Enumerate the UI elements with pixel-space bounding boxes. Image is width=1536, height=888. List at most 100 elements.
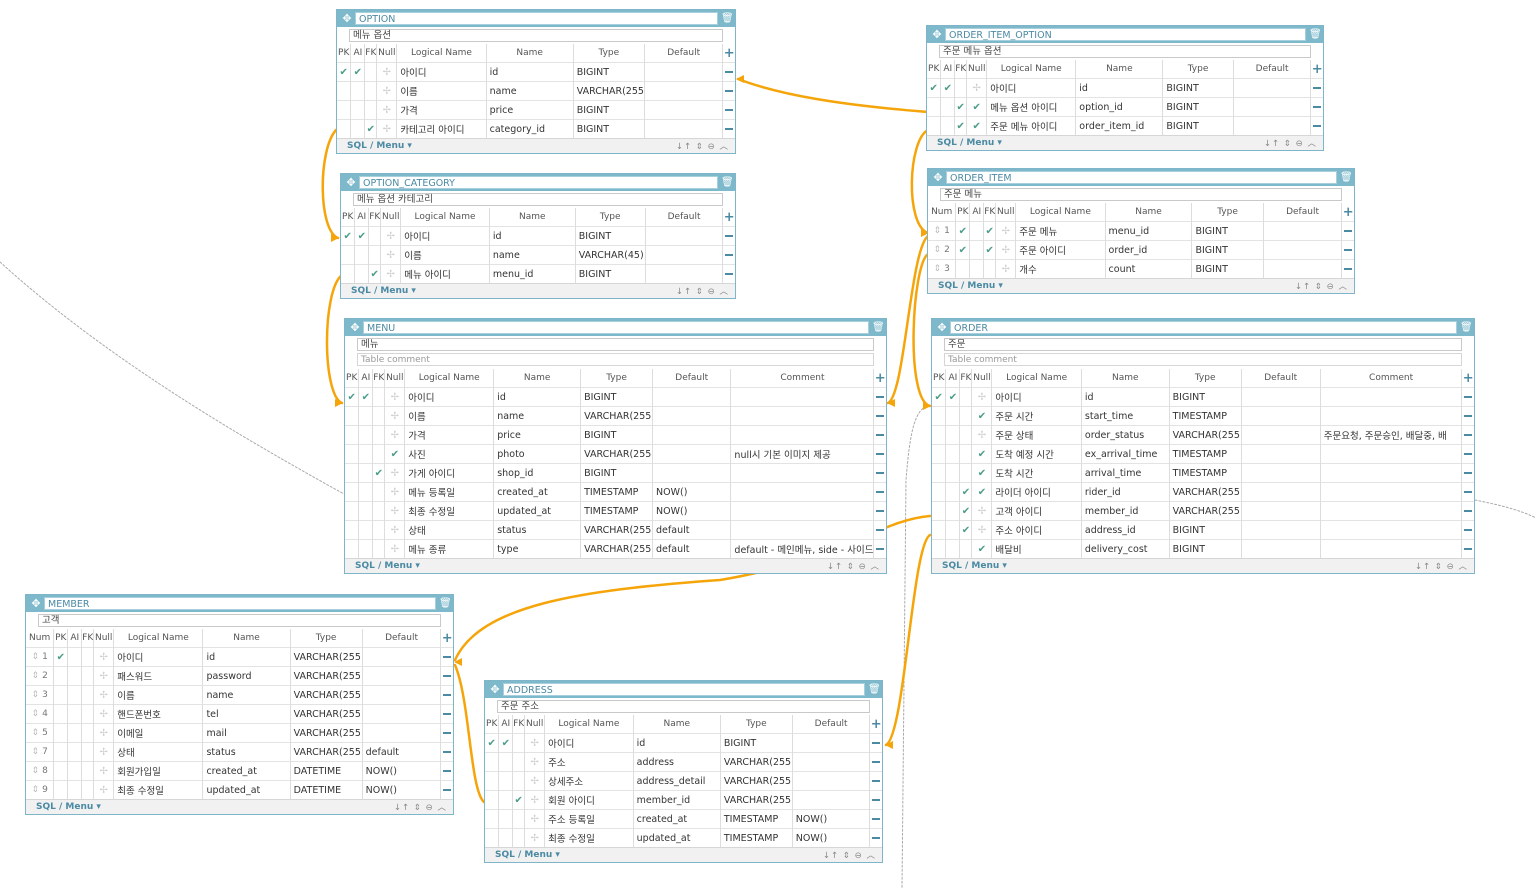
remove-column-button[interactable] <box>872 780 881 782</box>
pk-flag[interactable]: ✔ <box>345 387 360 407</box>
column-row[interactable]: ✔ ✔ ✢ 아이디 id BIGINT <box>345 387 886 407</box>
column-name[interactable]: password <box>202 666 291 686</box>
column-logical-name[interactable]: 최종 수정일 <box>544 828 634 847</box>
column-logical-name[interactable]: 라이더 아이디 <box>991 482 1082 502</box>
column-row[interactable]: ✢ 상세주소 address_detail VARCHAR(255 <box>485 771 882 791</box>
column-type[interactable]: VARCHAR(255 <box>580 406 654 426</box>
column-default[interactable] <box>1241 387 1321 407</box>
column-name[interactable]: status <box>202 742 291 762</box>
ai-flag[interactable] <box>945 501 961 521</box>
fk-flag[interactable]: ✔ <box>959 482 973 502</box>
fk-flag[interactable] <box>959 406 973 426</box>
null-flag[interactable]: ✔ <box>971 463 993 483</box>
column-logical-name[interactable]: 핸드폰번호 <box>113 704 204 724</box>
null-flag[interactable]: ✔ <box>971 539 993 558</box>
column-type[interactable]: TIMESTAMP <box>1169 444 1242 464</box>
column-row[interactable]: ⇕ 1 ✔ ✔ ✢ 주문 메뉴 menu_id BIGINT <box>928 221 1354 241</box>
column-default[interactable] <box>1263 221 1343 241</box>
column-row[interactable]: ✔ ✢ 주소 아이디 address_id BIGINT <box>932 520 1474 540</box>
sort-handle-icon[interactable]: ⇕ <box>32 652 40 662</box>
column-default[interactable] <box>652 387 732 407</box>
column-type[interactable]: VARCHAR(255 <box>720 752 793 772</box>
remove-column-button[interactable] <box>872 837 881 839</box>
sort-handle-icon[interactable]: ⇕ <box>32 785 40 795</box>
column-row[interactable]: ⇕ 2 ✔ ✔ ✢ 주문 아이디 order_id BIGINT <box>928 240 1354 260</box>
column-name[interactable]: member_id <box>1081 501 1170 521</box>
remove-column-button[interactable] <box>1344 230 1353 232</box>
column-type[interactable]: BIGINT <box>580 425 654 445</box>
fk-flag[interactable] <box>368 245 382 265</box>
pk-flag[interactable] <box>345 501 360 521</box>
column-type[interactable]: BIGINT <box>1169 387 1242 407</box>
column-comment[interactable] <box>1320 387 1463 407</box>
null-flag[interactable]: ✢ <box>380 245 402 265</box>
column-type[interactable]: BIGINT <box>1162 97 1234 117</box>
column-name[interactable]: id <box>202 647 291 667</box>
ai-flag[interactable] <box>969 259 985 278</box>
remove-column-button[interactable] <box>1464 510 1473 512</box>
column-name[interactable]: address_id <box>1081 520 1170 540</box>
remove-column-button[interactable] <box>443 770 452 772</box>
column-type[interactable]: BIGINT <box>573 119 645 138</box>
column-row[interactable]: ⇕ 4 ✢ 핸드폰번호 tel VARCHAR(255 <box>26 704 453 724</box>
column-type[interactable]: VARCHAR(255 <box>290 685 363 705</box>
move-icon[interactable]: ✥ <box>345 176 357 189</box>
sort-handle-icon[interactable]: ⇕ <box>934 245 942 255</box>
fk-flag[interactable] <box>364 62 378 82</box>
null-flag[interactable]: ✢ <box>376 119 398 138</box>
move-icon[interactable]: ✥ <box>936 321 948 334</box>
column-logical-name[interactable]: 메뉴 아이디 <box>400 264 490 283</box>
column-comment[interactable] <box>730 387 875 407</box>
column-row[interactable]: ✢ 이름 name VARCHAR(255 <box>345 406 886 426</box>
add-column-button[interactable]: + <box>1463 371 1474 386</box>
column-type[interactable]: TIMESTAMP <box>720 828 793 847</box>
null-flag[interactable]: ✔ <box>971 482 993 502</box>
pk-flag[interactable] <box>53 780 69 799</box>
add-column-button[interactable]: + <box>724 46 735 61</box>
table-logical-name-input[interactable]: 고객 <box>38 614 441 627</box>
ai-flag[interactable] <box>354 264 370 283</box>
remove-column-button[interactable] <box>1344 268 1353 270</box>
ai-flag[interactable] <box>945 463 961 483</box>
fk-flag[interactable]: ✔ <box>959 520 973 540</box>
pk-flag[interactable] <box>53 761 69 781</box>
null-flag[interactable]: ✢ <box>384 463 406 483</box>
column-row[interactable]: ✔ ✢ 고객 아이디 member_id VARCHAR(255 <box>932 501 1474 521</box>
column-default[interactable] <box>362 647 442 667</box>
null-flag[interactable]: ✢ <box>384 539 406 558</box>
ai-flag[interactable] <box>498 828 514 847</box>
fk-flag[interactable] <box>372 482 386 502</box>
null-flag[interactable]: ✢ <box>93 780 115 799</box>
column-comment[interactable] <box>1320 539 1463 558</box>
column-name[interactable]: price <box>493 425 582 445</box>
column-row[interactable]: ✔ ✢ 가게 아이디 shop_id BIGINT <box>345 463 886 483</box>
pk-flag[interactable] <box>337 81 352 101</box>
fk-flag[interactable] <box>81 647 95 667</box>
column-name[interactable]: shop_id <box>493 463 582 483</box>
ai-flag[interactable] <box>945 539 961 558</box>
column-row[interactable]: ✢ 메뉴 등록일 created_at TIMESTAMP NOW() <box>345 482 886 502</box>
column-row[interactable]: ✢ 주소 등록일 created_at TIMESTAMP NOW() <box>485 809 882 829</box>
column-logical-name[interactable]: 아이디 <box>113 647 204 667</box>
add-column-button[interactable]: + <box>871 717 882 732</box>
ai-flag[interactable] <box>498 790 514 810</box>
column-row[interactable]: ✔ 도착 시간 arrival_time TIMESTAMP <box>932 463 1474 483</box>
remove-column-button[interactable] <box>876 472 885 474</box>
column-row[interactable]: ✔ 주문 시간 start_time TIMESTAMP <box>932 406 1474 426</box>
column-row[interactable]: ✔ ✔ 메뉴 옵션 아이디 option_id BIGINT <box>927 97 1323 117</box>
column-type[interactable]: VARCHAR(255 <box>290 647 363 667</box>
column-row[interactable]: ✔ ✢ 카테고리 아이디 category_id BIGINT <box>337 119 735 138</box>
column-logical-name[interactable]: 카테고리 아이디 <box>396 119 487 138</box>
table-address[interactable]: ✥ ADDRESS 🗑 주문 주소 PK AI FK Null Logical Name Name… <box>484 680 883 863</box>
column-type[interactable]: VARCHAR(45) <box>575 245 646 265</box>
null-flag[interactable]: ✢ <box>524 828 546 847</box>
sql-menu-button[interactable]: SQL / Menu ▾ <box>347 141 412 151</box>
column-name[interactable]: order_status <box>1081 425 1170 445</box>
column-row[interactable]: ✢ 최종 수정일 updated_at TIMESTAMP NOW() <box>485 828 882 847</box>
fk-flag[interactable] <box>512 733 526 753</box>
sort-handle-icon[interactable]: ⇕ <box>934 226 942 236</box>
column-logical-name[interactable]: 이메일 <box>113 723 204 743</box>
column-name[interactable]: created_at <box>633 809 721 829</box>
column-default[interactable] <box>792 752 871 772</box>
remove-column-button[interactable] <box>1313 87 1322 89</box>
